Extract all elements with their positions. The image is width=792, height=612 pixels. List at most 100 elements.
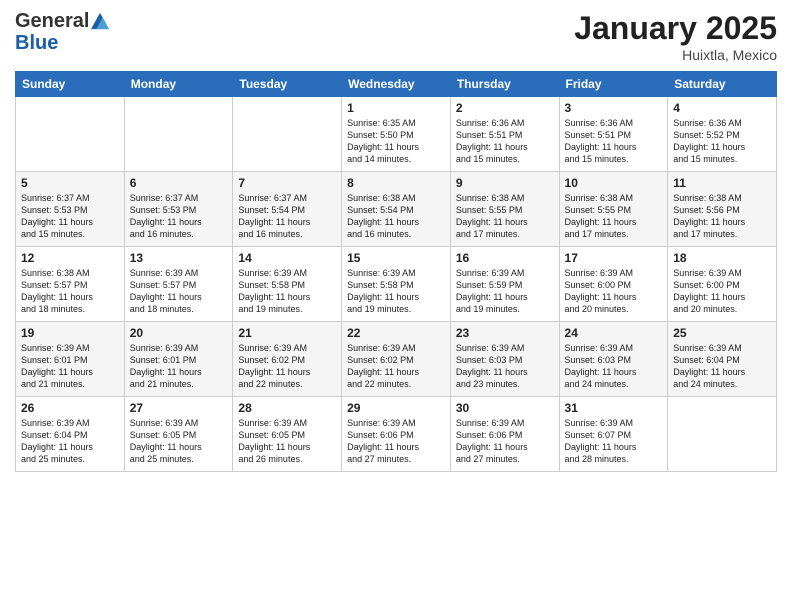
calendar-cell: 2 Sunrise: 6:36 AM Sunset: 5:51 PM Daylig…: [450, 97, 559, 172]
col-thursday: Thursday: [450, 72, 559, 97]
day-number: 29: [347, 401, 445, 415]
day-info: Sunrise: 6:35 AM Sunset: 5:50 PM Dayligh…: [347, 117, 445, 166]
calendar-header-row: Sunday Monday Tuesday Wednesday Thursday…: [16, 72, 777, 97]
day-info: Sunrise: 6:39 AM Sunset: 6:02 PM Dayligh…: [347, 342, 445, 391]
logo-blue: Blue: [15, 32, 109, 54]
col-tuesday: Tuesday: [233, 72, 342, 97]
day-number: 15: [347, 251, 445, 265]
col-sunday: Sunday: [16, 72, 125, 97]
day-info: Sunrise: 6:38 AM Sunset: 5:55 PM Dayligh…: [565, 192, 663, 241]
calendar-cell: 30Sunrise: 6:39 AM Sunset: 6:06 PM Dayli…: [450, 397, 559, 472]
calendar-cell: 21Sunrise: 6:39 AM Sunset: 6:02 PM Dayli…: [233, 322, 342, 397]
calendar-table: Sunday Monday Tuesday Wednesday Thursday…: [15, 71, 777, 472]
calendar-cell: 6Sunrise: 6:37 AM Sunset: 5:53 PM Daylig…: [124, 172, 233, 247]
day-info: Sunrise: 6:37 AM Sunset: 5:54 PM Dayligh…: [238, 192, 336, 241]
day-number: 10: [565, 176, 663, 190]
col-monday: Monday: [124, 72, 233, 97]
calendar-cell: [233, 97, 342, 172]
day-info: Sunrise: 6:38 AM Sunset: 5:55 PM Dayligh…: [456, 192, 554, 241]
day-number: 5: [21, 176, 119, 190]
day-number: 21: [238, 326, 336, 340]
calendar-cell: 27 Sunrise: 6:39 AM Sunset: 6:05 PM Dayli…: [124, 397, 233, 472]
title-block: January 2025 Huixtla, Mexico: [574, 10, 777, 63]
day-number: 4: [673, 101, 771, 115]
day-info: Sunrise: 6:38 AM Sunset: 5:54 PM Dayligh…: [347, 192, 445, 241]
day-number: 2: [456, 101, 554, 115]
calendar-cell: 19 Sunrise: 6:39 AM Sunset: 6:01 PM Dayli…: [16, 322, 125, 397]
day-number: 1: [347, 101, 445, 115]
col-friday: Friday: [559, 72, 668, 97]
day-info: Sunrise: 6:37 AM Sunset: 5:53 PM Dayligh…: [21, 192, 119, 241]
day-info: Sunrise: 6:39 AM Sunset: 6:05 PM Dayligh…: [130, 417, 228, 466]
day-number: 14: [238, 251, 336, 265]
month-title: January 2025: [574, 10, 777, 47]
day-info: Sunrise: 6:39 AM Sunset: 6:04 PM Dayligh…: [673, 342, 771, 391]
day-info: Sunrise: 6:39 AM Sunset: 6:01 PM Dayligh…: [130, 342, 228, 391]
day-number: 25: [673, 326, 771, 340]
calendar-cell: 8 Sunrise: 6:38 AM Sunset: 5:54 PM Daylig…: [342, 172, 451, 247]
logo-icon: [91, 12, 109, 30]
calendar-week-3: 12 Sunrise: 6:38 AM Sunset: 5:57 PM Dayli…: [16, 247, 777, 322]
day-number: 31: [565, 401, 663, 415]
calendar-cell: 3Sunrise: 6:36 AM Sunset: 5:51 PM Daylig…: [559, 97, 668, 172]
day-info: Sunrise: 6:39 AM Sunset: 6:03 PM Dayligh…: [456, 342, 554, 391]
location: Huixtla, Mexico: [574, 47, 777, 63]
day-number: 22: [347, 326, 445, 340]
day-info: Sunrise: 6:36 AM Sunset: 5:51 PM Dayligh…: [456, 117, 554, 166]
calendar-cell: [124, 97, 233, 172]
day-info: Sunrise: 6:39 AM Sunset: 6:03 PM Dayligh…: [565, 342, 663, 391]
day-info: Sunrise: 6:39 AM Sunset: 6:00 PM Dayligh…: [565, 267, 663, 316]
calendar-cell: 4 Sunrise: 6:36 AM Sunset: 5:52 PM Daylig…: [668, 97, 777, 172]
day-number: 3: [565, 101, 663, 115]
calendar-cell: 28 Sunrise: 6:39 AM Sunset: 6:05 PM Dayli…: [233, 397, 342, 472]
calendar-cell: 25 Sunrise: 6:39 AM Sunset: 6:04 PM Dayli…: [668, 322, 777, 397]
day-info: Sunrise: 6:39 AM Sunset: 5:58 PM Dayligh…: [347, 267, 445, 316]
day-number: 24: [565, 326, 663, 340]
calendar-cell: 24 Sunrise: 6:39 AM Sunset: 6:03 PM Dayli…: [559, 322, 668, 397]
calendar-cell: 23Sunrise: 6:39 AM Sunset: 6:03 PM Dayli…: [450, 322, 559, 397]
day-number: 30: [456, 401, 554, 415]
calendar-cell: 12 Sunrise: 6:38 AM Sunset: 5:57 PM Dayli…: [16, 247, 125, 322]
page-container: General Blue January 2025 Huixtla, Mexic…: [0, 0, 792, 482]
calendar-cell: 7 Sunrise: 6:37 AM Sunset: 5:54 PM Daylig…: [233, 172, 342, 247]
calendar-cell: 17Sunrise: 6:39 AM Sunset: 6:00 PM Dayli…: [559, 247, 668, 322]
day-info: Sunrise: 6:39 AM Sunset: 5:58 PM Dayligh…: [238, 267, 336, 316]
calendar-cell: 22 Sunrise: 6:39 AM Sunset: 6:02 PM Dayli…: [342, 322, 451, 397]
calendar-week-5: 26Sunrise: 6:39 AM Sunset: 6:04 PM Dayli…: [16, 397, 777, 472]
day-info: Sunrise: 6:39 AM Sunset: 6:07 PM Dayligh…: [565, 417, 663, 466]
calendar-cell: 15 Sunrise: 6:39 AM Sunset: 5:58 PM Dayli…: [342, 247, 451, 322]
calendar-cell: 26Sunrise: 6:39 AM Sunset: 6:04 PM Dayli…: [16, 397, 125, 472]
day-number: 8: [347, 176, 445, 190]
calendar-cell: 13Sunrise: 6:39 AM Sunset: 5:57 PM Dayli…: [124, 247, 233, 322]
day-info: Sunrise: 6:36 AM Sunset: 5:52 PM Dayligh…: [673, 117, 771, 166]
day-number: 18: [673, 251, 771, 265]
logo: General Blue: [15, 10, 109, 54]
day-number: 9: [456, 176, 554, 190]
day-info: Sunrise: 6:39 AM Sunset: 6:05 PM Dayligh…: [238, 417, 336, 466]
calendar-cell: 31 Sunrise: 6:39 AM Sunset: 6:07 PM Dayli…: [559, 397, 668, 472]
day-number: 12: [21, 251, 119, 265]
day-info: Sunrise: 6:39 AM Sunset: 6:01 PM Dayligh…: [21, 342, 119, 391]
day-info: Sunrise: 6:38 AM Sunset: 5:56 PM Dayligh…: [673, 192, 771, 241]
day-number: 26: [21, 401, 119, 415]
calendar-week-2: 5 Sunrise: 6:37 AM Sunset: 5:53 PM Daylig…: [16, 172, 777, 247]
day-number: 19: [21, 326, 119, 340]
col-saturday: Saturday: [668, 72, 777, 97]
calendar-cell: 11 Sunrise: 6:38 AM Sunset: 5:56 PM Dayli…: [668, 172, 777, 247]
day-number: 13: [130, 251, 228, 265]
calendar-cell: 5 Sunrise: 6:37 AM Sunset: 5:53 PM Daylig…: [16, 172, 125, 247]
day-number: 6: [130, 176, 228, 190]
day-info: Sunrise: 6:39 AM Sunset: 6:00 PM Dayligh…: [673, 267, 771, 316]
day-info: Sunrise: 6:39 AM Sunset: 6:06 PM Dayligh…: [347, 417, 445, 466]
day-info: Sunrise: 6:38 AM Sunset: 5:57 PM Dayligh…: [21, 267, 119, 316]
calendar-cell: 29 Sunrise: 6:39 AM Sunset: 6:06 PM Dayli…: [342, 397, 451, 472]
calendar-cell: 20Sunrise: 6:39 AM Sunset: 6:01 PM Dayli…: [124, 322, 233, 397]
day-number: 27: [130, 401, 228, 415]
calendar-cell: 14 Sunrise: 6:39 AM Sunset: 5:58 PM Dayli…: [233, 247, 342, 322]
day-number: 16: [456, 251, 554, 265]
day-number: 11: [673, 176, 771, 190]
calendar-cell: 1 Sunrise: 6:35 AM Sunset: 5:50 PM Daylig…: [342, 97, 451, 172]
day-number: 28: [238, 401, 336, 415]
page-header: General Blue January 2025 Huixtla, Mexic…: [15, 10, 777, 63]
day-number: 7: [238, 176, 336, 190]
